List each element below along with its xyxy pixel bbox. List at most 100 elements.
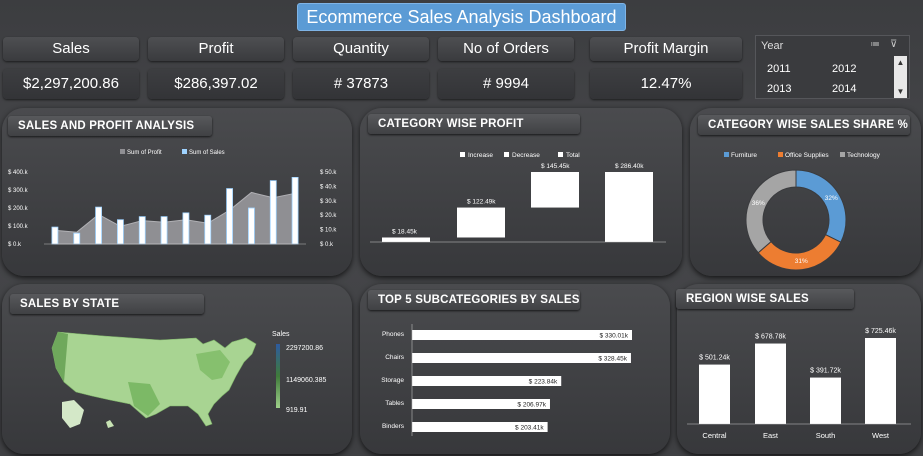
region-label: South	[816, 431, 836, 440]
y-right-tick: $ 20.k	[320, 213, 337, 219]
waterfall-label: $ 18.45k	[392, 228, 418, 235]
legend-decrease-label: Decrease	[512, 152, 540, 159]
region-value: $ 725.46k	[865, 328, 896, 335]
sales-profit-chart: Sum of Profit Sum of Sales $ 0.k $ 100.k $ 2…	[8, 149, 337, 248]
waterfall-label: $ 286.40k	[615, 163, 644, 170]
category-profit-title: CATEGORY WISE PROFIT	[368, 114, 580, 134]
y-right-tick: $ 50.k	[320, 170, 337, 176]
waterfall-label: $ 122.49k	[467, 199, 496, 206]
slicer-header: Year	[761, 40, 784, 52]
waterfall-bar	[531, 172, 579, 208]
multi-select-icon[interactable]: ≔	[870, 39, 880, 50]
category-share-chart: Furniture Office Supplies Technology 32% 31%…	[724, 152, 881, 270]
sales-bar	[51, 226, 59, 245]
region-title: REGION WISE SALES	[676, 289, 854, 309]
subcategory-value: $ 203.41k	[515, 425, 544, 432]
y-left-tick: $ 200.k	[8, 206, 29, 212]
y-right-tick: $ 0.k	[320, 242, 334, 248]
sales-profit-title: SALES AND PROFIT ANALYSIS	[8, 116, 212, 136]
kpi-margin-value: 12.47%	[590, 69, 742, 99]
waterfall-bar	[457, 207, 505, 238]
map-alaska-shape	[62, 400, 84, 428]
sales-bar	[204, 214, 212, 245]
dashboard-title: Ecommerce Sales Analysis Dashboard	[297, 3, 626, 31]
year-slicer[interactable]: Year ≔ ⊽ 2011 2012 2013 2014 ▲ ▼	[755, 35, 910, 99]
waterfall-bar	[382, 237, 430, 242]
kpi-orders-value: # 9994	[438, 69, 574, 99]
y-right-tick: $ 40.k	[320, 184, 337, 190]
top5-chart: Phones $ 330.01k Chairs $ 328.45k Storage $ 2…	[381, 324, 632, 436]
slicer-scrollbar[interactable]: ▲ ▼	[894, 56, 907, 98]
region-label: West	[872, 431, 890, 440]
profit-area	[54, 191, 296, 245]
kpi-profit-value: $286,397.02	[148, 69, 284, 99]
legend-decrease-swatch	[504, 152, 509, 157]
slicer-item-2012[interactable]: 2012	[832, 63, 856, 75]
subcategory-label: Tables	[385, 400, 405, 407]
region-bar	[755, 343, 786, 424]
legend-profit-swatch	[120, 149, 125, 154]
legend-total-swatch	[558, 152, 563, 157]
legend-swatch	[778, 152, 783, 157]
kpi-sales-label: Sales	[3, 37, 139, 61]
subcategory-label: Storage	[381, 377, 404, 384]
scroll-up-icon[interactable]: ▲	[894, 56, 907, 69]
sales-bar	[269, 180, 277, 245]
legend-increase-label: Increase	[468, 152, 493, 159]
sales-bar	[73, 232, 81, 245]
sales-bar	[291, 177, 299, 245]
kpi-orders-label: No of Orders	[438, 37, 574, 61]
legend-swatch	[724, 152, 729, 157]
y-left-tick: $ 400.k	[8, 170, 29, 176]
donut-label: 36%	[752, 200, 765, 207]
slicer-item-2014[interactable]: 2014	[832, 83, 856, 95]
kpi-margin-label: Profit Margin	[590, 37, 742, 61]
region-bar	[865, 338, 896, 424]
subcategory-value: $ 223.84k	[529, 379, 558, 386]
sales-bar	[248, 207, 255, 245]
map-legend-max: 2297200.86	[286, 345, 323, 352]
subcategory-label: Chairs	[385, 354, 405, 361]
region-label: Central	[702, 431, 727, 440]
sales-bar	[160, 216, 168, 245]
region-label: East	[763, 431, 779, 440]
region-bar	[699, 364, 730, 424]
subcategory-value: $ 206.97k	[517, 402, 546, 409]
donut-slice	[745, 169, 797, 254]
slicer-item-2011[interactable]: 2011	[767, 63, 791, 75]
sales-bar	[182, 212, 190, 245]
sales-bar	[138, 216, 146, 245]
map-legend-title: Sales	[272, 331, 290, 338]
kpi-sales-value: $2,297,200.86	[3, 69, 139, 99]
legend-label: Furniture	[731, 152, 757, 159]
map-legend-mid: 1149060.385	[286, 377, 326, 384]
y-right-tick: $ 10.k	[320, 228, 337, 234]
legend-increase-swatch	[460, 152, 465, 157]
donut-label: 31%	[795, 258, 808, 265]
subcategory-value: $ 330.01k	[599, 333, 628, 340]
region-value: $ 501.24k	[699, 355, 730, 362]
legend-swatch	[840, 152, 845, 157]
top5-title: TOP 5 SUBCATEGORIES BY SALES	[368, 290, 580, 310]
slicer-item-2013[interactable]: 2013	[767, 83, 791, 95]
subcategory-value: $ 328.45k	[598, 356, 627, 363]
region-value: $ 391.72k	[810, 368, 841, 375]
waterfall-label: $ 145.45k	[541, 163, 570, 170]
legend-profit-label: Sum of Profit	[127, 150, 162, 156]
y-left-tick: $ 300.k	[8, 188, 29, 194]
region-chart: $ 501.24k Central $ 678.78k East $ 391.72k So…	[687, 328, 911, 440]
kpi-profit-label: Profit	[148, 37, 284, 61]
map-hawaii-shape	[106, 420, 114, 428]
donut-label: 32%	[825, 195, 838, 202]
subcategory-label: Phones	[382, 331, 405, 338]
clear-filter-icon[interactable]: ⊽	[890, 39, 897, 50]
kpi-quantity-value: # 37873	[293, 69, 429, 99]
sales-bar	[117, 219, 124, 245]
legend-label: Office Supplies	[785, 152, 829, 159]
sales-state-map[interactable]: Sales 2297200.86 1149060.385 919.91	[0, 318, 352, 438]
category-profit-chart: Increase Decrease Total $ 18.45k $ 122.49k $ …	[370, 152, 666, 243]
donut-slice	[795, 169, 847, 243]
category-share-title: CATEGORY WISE SALES SHARE %	[698, 115, 910, 135]
map-legend-bar	[276, 344, 280, 408]
scroll-down-icon[interactable]: ▼	[894, 85, 907, 98]
